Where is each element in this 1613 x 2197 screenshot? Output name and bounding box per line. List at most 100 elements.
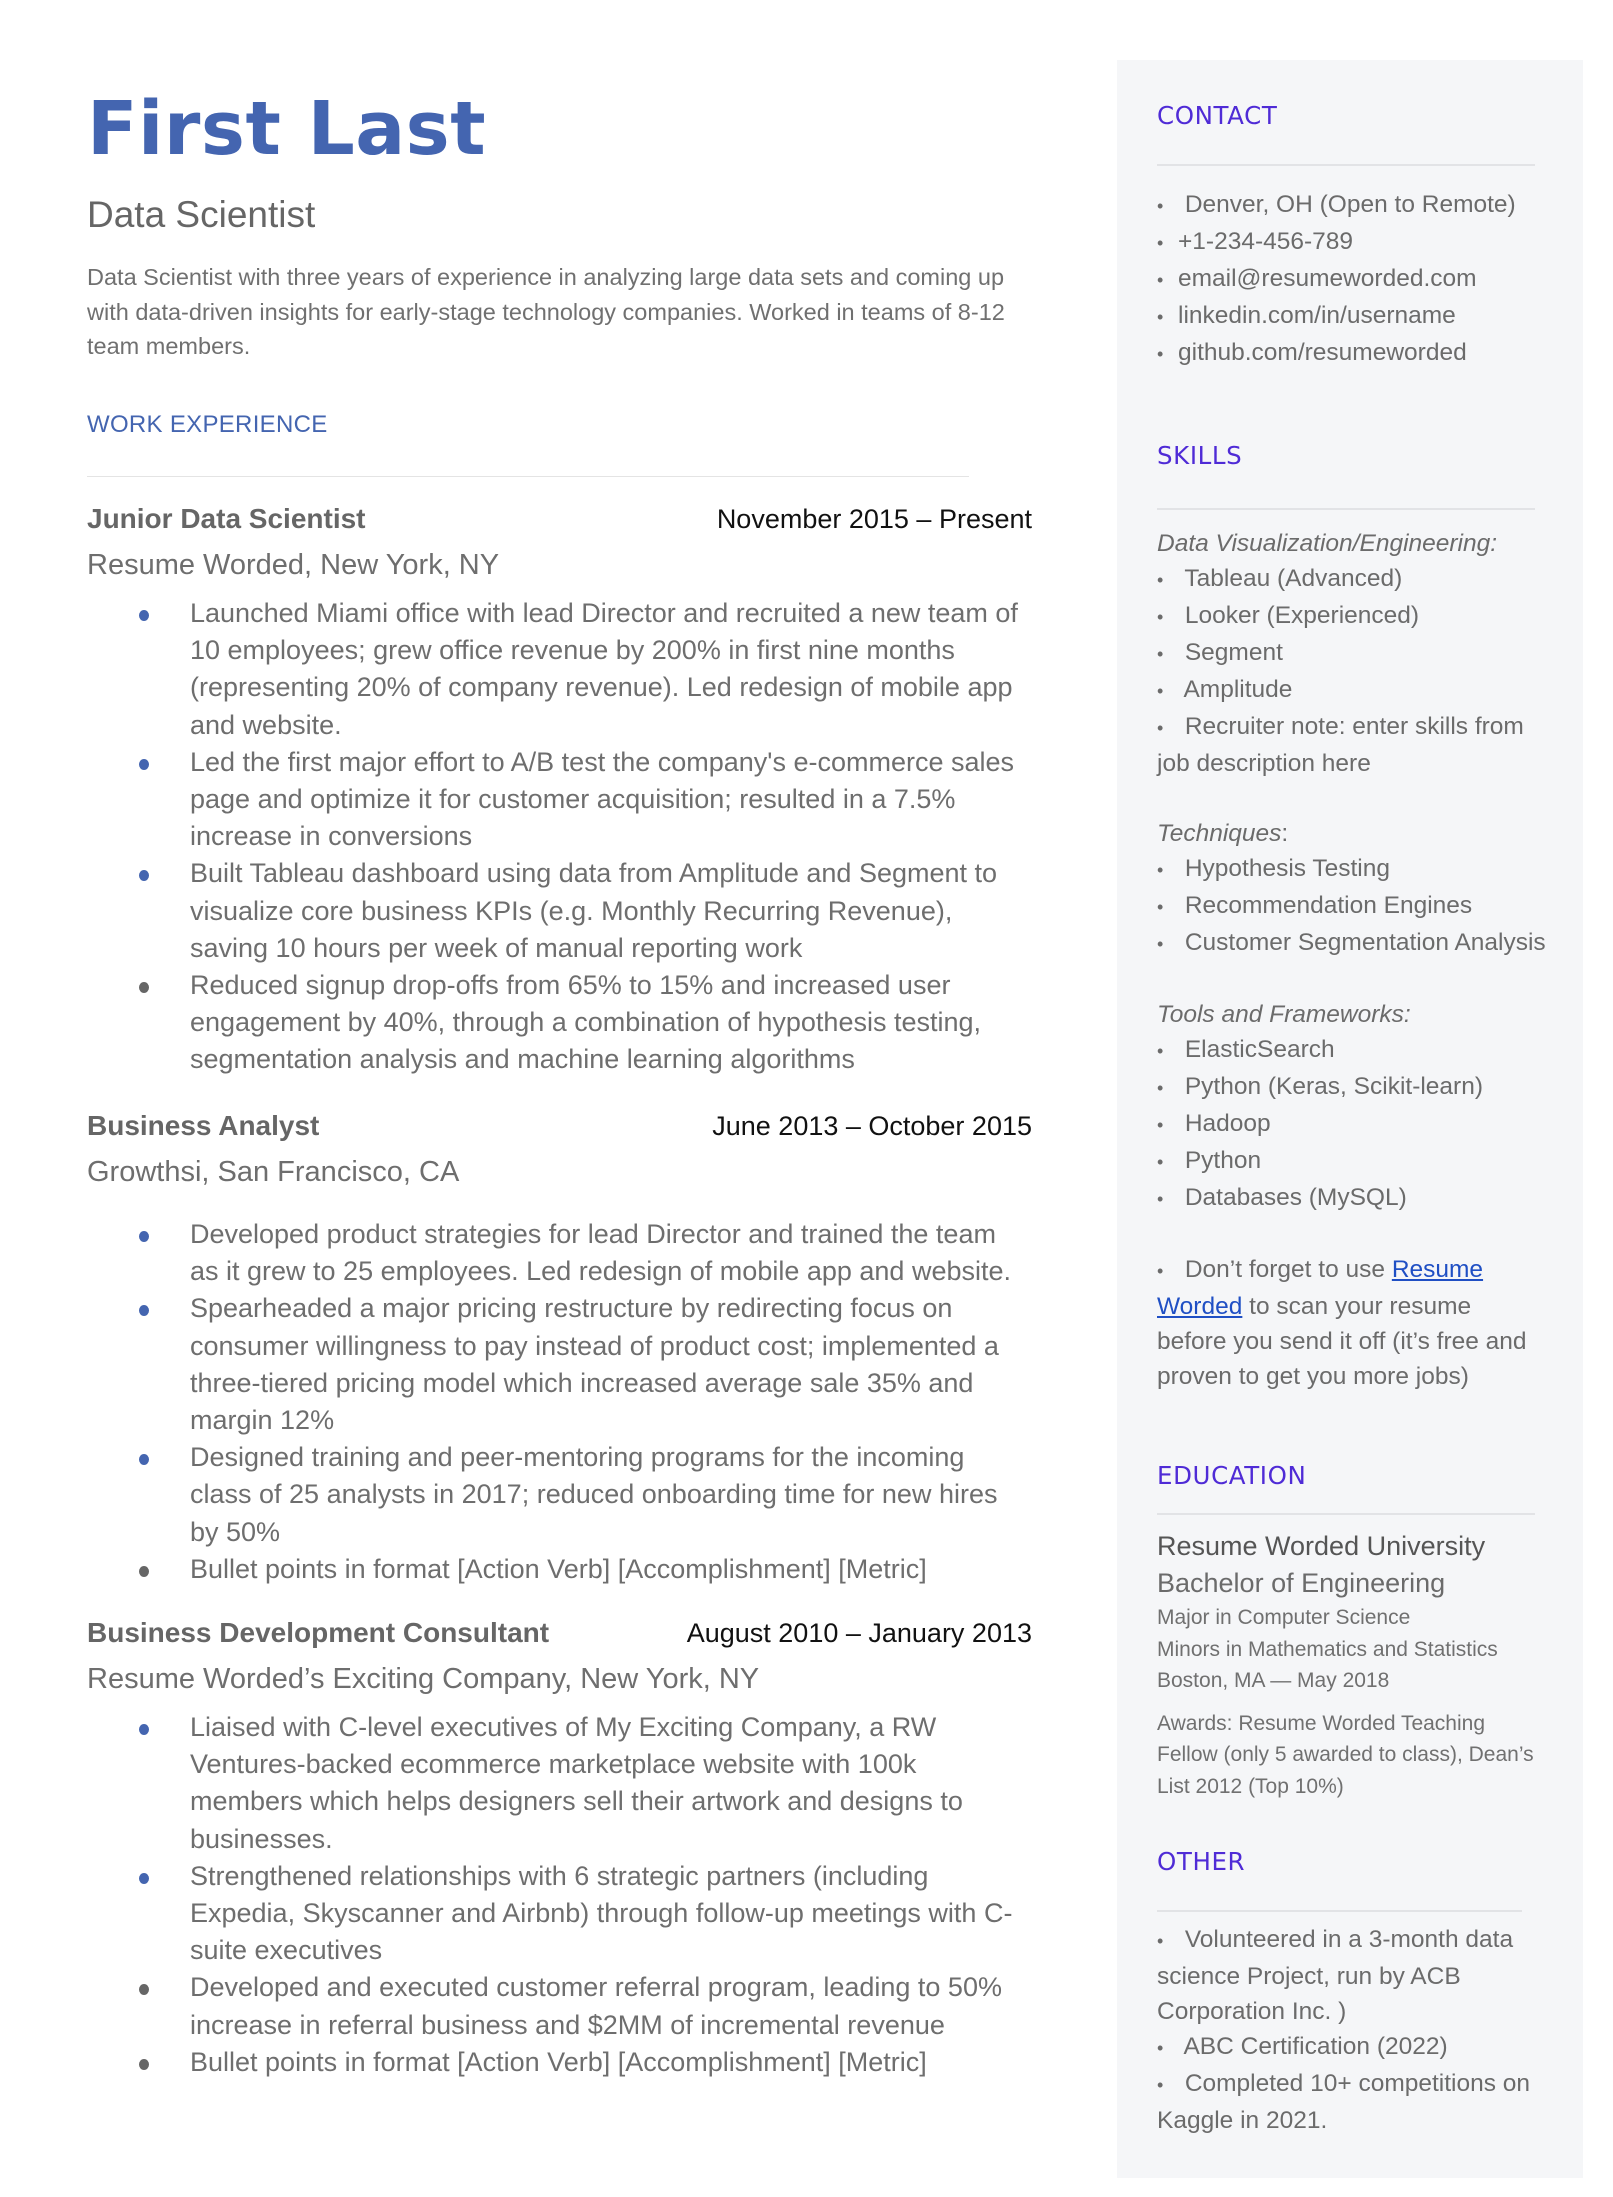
bullet-dot-icon <box>139 1231 149 1242</box>
job-bullets: Liaised with C-level executives of My Ex… <box>87 1709 1032 2081</box>
skill-item: • Databases (MySQL) <box>1157 1180 1557 1217</box>
bullet-icon: • <box>1157 1931 1164 1951</box>
bullet-dot-icon <box>139 758 149 770</box>
bullet-dot-icon <box>139 1984 149 1996</box>
skill-item: • ElasticSearch <box>1157 1032 1557 1069</box>
job-bullet: Developed and executed customer referral… <box>87 1969 1030 2043</box>
bullet-dot-icon <box>139 1724 149 1735</box>
bullet-icon: • <box>1157 1041 1164 1061</box>
other-item: • Completed 10+ competitions on Kaggle i… <box>1157 2070 1531 2134</box>
job-bullet: Led the first major effort to A/B test t… <box>87 744 1030 856</box>
education-heading: EDUCATION <box>1157 1461 1307 1490</box>
bullet-text: Developed and executed customer referral… <box>190 1972 1002 2040</box>
skill-item: • Recruiter note: enter skills from <box>1157 709 1557 746</box>
bullet-dot-icon <box>139 2058 149 2070</box>
skills-heading: SKILLS <box>1157 441 1243 470</box>
bullet-icon: • <box>1157 681 1164 701</box>
skill-item: • Amplitude <box>1157 672 1557 709</box>
job-dates: June 2013 – October 2015 <box>712 1111 1032 1141</box>
skill-item: • Hypothesis Testing <box>1157 851 1557 888</box>
job-bullet: Bullet points in format [Action Verb] [A… <box>87 2044 1030 2081</box>
skill-item: • Hadoop <box>1157 1106 1557 1143</box>
bullet-icon: • <box>1157 2038 1164 2058</box>
candidate-name: First Last <box>87 86 487 172</box>
skill-group-label: Techniques: <box>1157 820 1289 847</box>
education-minors: Minors in Mathematics and Statistics <box>1157 1637 1498 1661</box>
contact-heading: CONTACT <box>1157 101 1278 130</box>
bullet-icon: • <box>1157 1078 1164 1098</box>
bullet-dot-icon <box>139 982 149 994</box>
skill-group-label: Data Visualization/Engineering: <box>1157 530 1498 557</box>
job-dates: November 2015 – Present <box>716 504 1032 534</box>
contact-email[interactable]: • email@resumeworded.com <box>1157 261 1557 298</box>
other-divider <box>1157 1910 1522 1912</box>
job-bullet: Developed product strategies for lead Di… <box>87 1216 1030 1290</box>
bullet-dot-icon <box>139 870 149 882</box>
skills-list: Data Visualization/Engineering: • Tablea… <box>1157 526 1557 1394</box>
job-company: Resume Worded’s Exciting Company, New Yo… <box>87 1663 760 1695</box>
bullet-icon: • <box>1157 1152 1164 1172</box>
skill-item: • Tableau (Advanced) <box>1157 561 1557 598</box>
job-bullet: Liaised with C-level executives of My Ex… <box>87 1709 1030 1858</box>
job-entry: Business Development Consultant August 2… <box>87 1617 1032 2081</box>
contact-linkedin[interactable]: • linkedin.com/in/username <box>1157 298 1557 335</box>
summary: Data Scientist with three years of exper… <box>87 264 1005 360</box>
bullet-icon: • <box>1157 1189 1164 1209</box>
education-school: Resume Worded University <box>1157 1531 1486 1561</box>
contact-location: • Denver, OH (Open to Remote) <box>1157 187 1557 224</box>
bullet-icon: • <box>1157 2075 1164 2095</box>
other-heading: OTHER <box>1157 1847 1246 1876</box>
job-title: Business Analyst <box>87 1110 320 1141</box>
education-location-date: Boston, MA — May 2018 <box>1157 1669 1390 1692</box>
bullet-icon: • <box>1157 233 1164 253</box>
skill-item: • Python <box>1157 1143 1557 1180</box>
skill-item: • Python (Keras, Scikit-learn) <box>1157 1069 1557 1106</box>
bullet-icon: • <box>1157 897 1164 917</box>
education-major: Major in Computer Science <box>1157 1606 1411 1629</box>
bullet-icon: • <box>1157 644 1164 664</box>
skill-item: • Looker (Experienced) <box>1157 598 1557 635</box>
skills-divider <box>1157 508 1535 510</box>
contact-list: • Denver, OH (Open to Remote) • +1-234-45… <box>1157 187 1557 372</box>
bullet-icon: • <box>1157 1115 1164 1135</box>
job-dates: August 2010 – January 2013 <box>686 1618 1032 1648</box>
bullet-text: Built Tableau dashboard using data from … <box>190 858 998 963</box>
bullet-icon: • <box>1157 718 1164 738</box>
other-list: • Volunteered in a 3-month data science … <box>1157 1922 1537 2138</box>
candidate-role: Data Scientist <box>87 194 316 235</box>
job-company: Resume Worded, New York, NY <box>87 549 500 581</box>
contact-github[interactable]: • github.com/resumeworded <box>1157 335 1557 372</box>
bullet-text: Liaised with C-level executives of My Ex… <box>190 1712 963 1854</box>
skill-group-label: Tools and Frameworks: <box>1157 1001 1411 1028</box>
job-bullet: Built Tableau dashboard using data from … <box>87 855 1030 967</box>
job-bullet: Launched Miami office with lead Director… <box>87 595 1030 744</box>
job-bullet: Spearheaded a major pricing restructure … <box>87 1290 1030 1439</box>
job-title: Business Development Consultant <box>87 1617 550 1648</box>
other-item: • Volunteered in a 3-month data science … <box>1157 1926 1514 2025</box>
bullet-icon: • <box>1157 570 1164 590</box>
bullet-icon: • <box>1157 1261 1164 1281</box>
bullet-icon: • <box>1157 344 1164 364</box>
bullet-text: Led the first major effort to A/B test t… <box>190 746 1015 852</box>
bullet-text: Spearheaded a major pricing restructure … <box>190 1293 999 1436</box>
education-divider <box>1157 1513 1535 1515</box>
skill-item: • Recommendation Engines <box>1157 888 1557 925</box>
work-experience-divider <box>87 476 969 477</box>
job-company: Growthsi, San Francisco, CA <box>87 1156 460 1188</box>
bullet-text: Reduced signup drop-offs from 65% to 15%… <box>190 970 982 1075</box>
bullet-icon: • <box>1157 860 1164 880</box>
job-title: Junior Data Scientist <box>87 503 366 534</box>
education-degree: Bachelor of Engineering <box>1157 1568 1446 1598</box>
bullet-icon: • <box>1157 934 1164 954</box>
bullet-icon: • <box>1157 196 1164 216</box>
job-bullet: Strengthened relationships with 6 strate… <box>87 1858 1030 1970</box>
resume-worded-tip: • Don’t forget to use Resume Worded to s… <box>1157 1256 1527 1390</box>
bullet-icon: • <box>1157 607 1164 627</box>
bullet-text: Bullet points in format [Action Verb] [A… <box>190 1553 927 1584</box>
contact-divider <box>1157 164 1535 166</box>
education-awards: Awards: Resume Worded Teaching Fellow (o… <box>1157 1711 1534 1798</box>
job-entry: Business Analyst June 2013 – October 201… <box>87 1110 1032 1588</box>
skill-item: • Customer Segmentation Analysis <box>1157 925 1557 962</box>
bullet-text: Developed product strategies for lead Di… <box>190 1219 1011 1287</box>
skill-item: • Segment <box>1157 635 1557 672</box>
